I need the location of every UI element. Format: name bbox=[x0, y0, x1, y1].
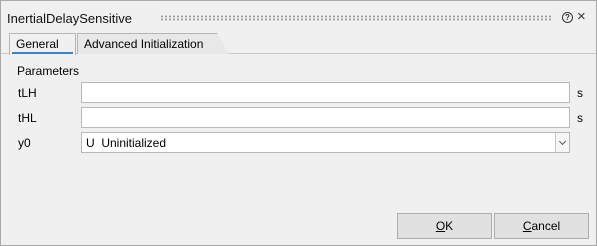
y0-label: y0 bbox=[18, 136, 31, 150]
tab-general[interactable]: General bbox=[9, 33, 76, 55]
y0-select[interactable]: U Uninitialized bbox=[81, 132, 570, 153]
help-icon[interactable]: ? bbox=[562, 12, 573, 23]
ok-mnemonic: O bbox=[435, 219, 446, 233]
chevron-down-icon bbox=[558, 137, 567, 146]
ok-button[interactable]: OK bbox=[397, 213, 492, 239]
tab-bar: General Advanced Initialization bbox=[1, 31, 596, 55]
dialog-window: InertialDelaySensitive ? × General Advan… bbox=[0, 0, 597, 246]
window-title: InertialDelaySensitive bbox=[7, 11, 133, 26]
y0-dropdown-button[interactable] bbox=[555, 133, 569, 152]
close-icon[interactable]: × bbox=[577, 9, 586, 24]
cancel-button[interactable]: Cancel bbox=[494, 213, 589, 239]
ok-label-rest: K bbox=[445, 219, 454, 233]
thl-input[interactable] bbox=[81, 107, 570, 128]
tab-advanced-initialization[interactable]: Advanced Initialization bbox=[77, 33, 229, 54]
y0-selected-value: U Uninitialized bbox=[86, 136, 167, 150]
tlh-label: tLH bbox=[18, 86, 37, 100]
tlh-unit: s bbox=[577, 86, 583, 100]
title-bar[interactable]: InertialDelaySensitive ? × bbox=[1, 1, 596, 31]
thl-unit: s bbox=[577, 111, 583, 125]
parameters-heading: Parameters bbox=[17, 64, 80, 78]
cancel-label-rest: ancel bbox=[531, 219, 561, 233]
drag-grip[interactable] bbox=[160, 15, 553, 21]
tlh-input[interactable] bbox=[81, 82, 570, 103]
thl-label: tHL bbox=[18, 111, 37, 125]
